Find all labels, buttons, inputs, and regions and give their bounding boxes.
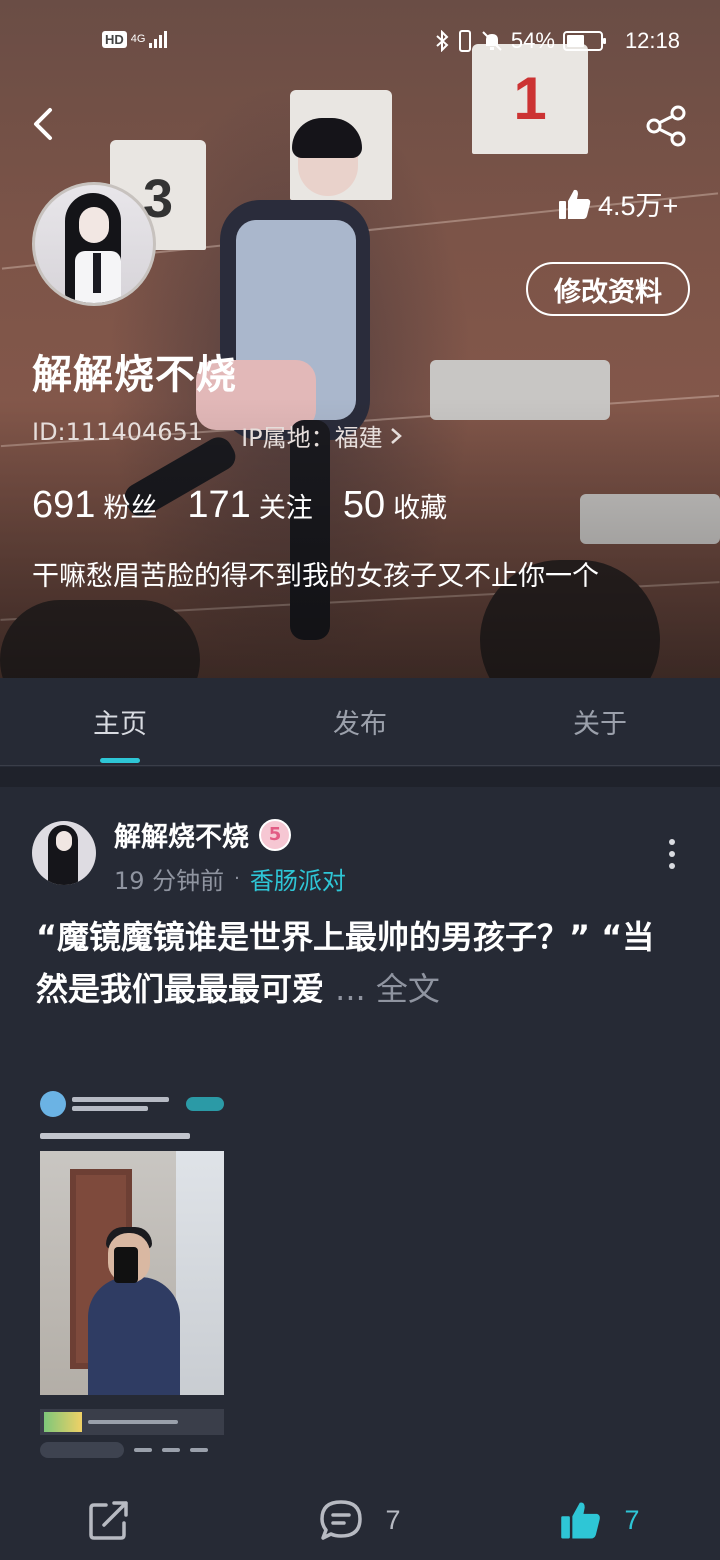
post-channel-link[interactable]: 香肠派对 [250, 861, 346, 896]
battery-icon [562, 31, 606, 51]
thumbs-up-icon [559, 189, 591, 219]
image-header [40, 1091, 224, 1117]
edit-profile-button[interactable]: 修改资料 [526, 262, 690, 316]
tab-label: 发布 [333, 709, 387, 740]
battery-fill [566, 35, 584, 47]
mute-bell-icon [482, 31, 502, 51]
image-caption [40, 1133, 190, 1139]
more-vertical-icon[interactable] [664, 839, 680, 869]
image-comment-bar [40, 1409, 224, 1435]
stat-following[interactable]: 171 关注 [187, 484, 312, 527]
profile-tabs: 主页 发布 关于 [0, 678, 720, 766]
post-text[interactable]: “魔镜魔镜谁是世界上最帅的男孩子？” “当然是我们最最最可爱 ... 全文 [36, 911, 686, 1015]
share-icon [646, 105, 686, 147]
post-author-name: 解解烧不烧 [114, 822, 249, 853]
chevron-right-icon [390, 427, 402, 444]
stat-followers[interactable]: 691 粉丝 [32, 484, 157, 527]
stat-favorites[interactable]: 50 收藏 [343, 484, 447, 527]
status-bar: HD 4G 54% 12:18 [0, 0, 720, 84]
section-divider [0, 767, 720, 787]
following-count: 171 [187, 484, 251, 526]
ip-location: IP属地：福建 [241, 424, 383, 452]
profile-avatar[interactable] [32, 182, 156, 306]
post-author-avatar[interactable] [32, 821, 96, 885]
full-text-link[interactable]: ... 全文 [335, 970, 440, 1008]
share-button[interactable] [644, 104, 688, 148]
tab-about[interactable]: 关于 [480, 678, 720, 765]
tab-label: 主页 [93, 709, 147, 740]
like-count: 7 [624, 1504, 640, 1535]
level-badge: 5 [259, 818, 291, 851]
vibrate-icon [458, 30, 471, 52]
profile-nickname: 解解烧不烧 [32, 352, 237, 398]
post-actions: 7 7 [0, 1480, 720, 1560]
followers-count: 691 [32, 484, 96, 526]
image-statusbar [36, 1035, 228, 1049]
profile-bio: 干嘛愁眉苦脸的得不到我的女孩子又不止你一个 [32, 561, 599, 592]
forward-icon [89, 1501, 128, 1540]
battery-percent: 54% [510, 28, 555, 53]
hd-badge: HD [102, 30, 127, 48]
tab-label: 关于 [573, 709, 627, 740]
comment-count: 7 [385, 1504, 401, 1535]
post-image[interactable] [36, 1035, 228, 1465]
network-type: 4G [130, 33, 146, 45]
profile-meta: ID:111404651 IP属地：福建 [32, 418, 403, 453]
status-right: 54% 12:18 [435, 28, 680, 54]
favorites-label: 收藏 [393, 493, 448, 524]
post-author[interactable]: 解解烧不烧 5 [114, 815, 291, 854]
meta-separator: · [234, 868, 240, 889]
favorites-count: 50 [342, 484, 386, 526]
clock: 12:18 [624, 28, 680, 53]
likes-count: 4.5万+ [598, 191, 679, 221]
image-action-bar [40, 1441, 224, 1459]
tab-home[interactable]: 主页 [0, 678, 240, 765]
signal-icon [149, 30, 168, 48]
forward-button[interactable] [0, 1480, 240, 1560]
image-photo [40, 1151, 224, 1395]
like-button[interactable]: 7 [480, 1480, 720, 1560]
back-button[interactable] [28, 104, 64, 144]
following-label: 关注 [258, 493, 313, 524]
bluetooth-icon [436, 30, 449, 52]
comment-button[interactable]: 7 [240, 1480, 480, 1560]
profile-likes: 4.5万+ [558, 184, 678, 223]
post-time: 19 分钟前 [114, 867, 225, 895]
tab-active-indicator [100, 758, 140, 763]
status-left: HD 4G [102, 30, 168, 48]
post-meta: 19 分钟前 · 香肠派对 [114, 861, 346, 896]
ip-location-link[interactable]: IP属地：福建 [241, 418, 403, 453]
comment-icon [320, 1500, 363, 1540]
chevron-left-icon [34, 108, 52, 140]
followers-label: 粉丝 [103, 493, 158, 524]
thumbs-up-icon [561, 1502, 601, 1539]
tab-posts[interactable]: 发布 [240, 678, 480, 765]
post-card[interactable]: 解解烧不烧 5 19 分钟前 · 香肠派对 “魔镜魔镜谁是世界上最帅的男孩子？”… [0, 787, 720, 1560]
user-id: ID:111404651 [32, 418, 204, 446]
profile-stats: 691 粉丝 171 关注 50 收藏 [32, 484, 447, 527]
